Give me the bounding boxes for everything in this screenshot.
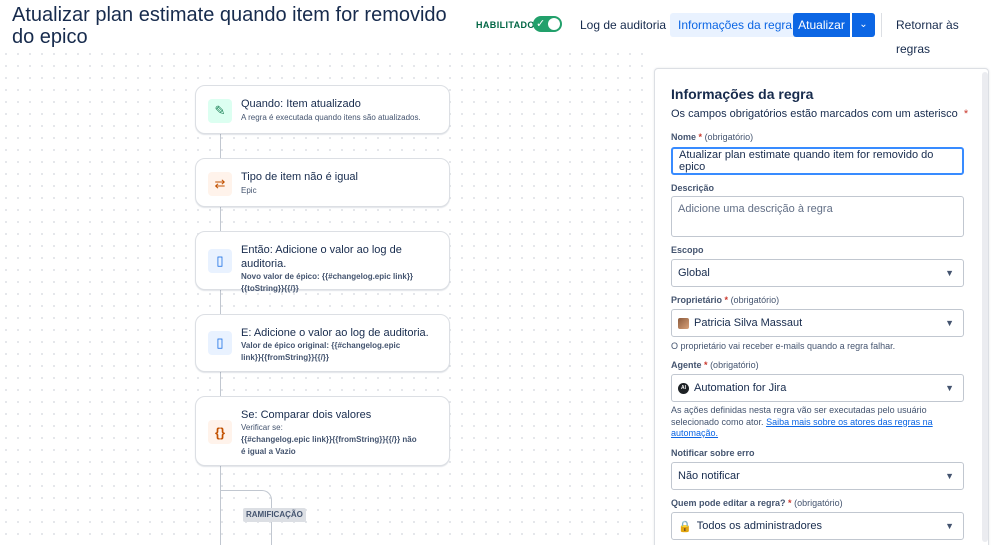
panel-scrollbar[interactable] (982, 72, 988, 542)
required-note: Os campos obrigatórios estão marcados co… (671, 108, 969, 120)
actor-helper: As ações definidas nesta regra vão ser e… (671, 405, 933, 438)
braces-icon: {} (208, 420, 232, 444)
chevron-down-icon: ⌄ (859, 19, 868, 30)
description-field[interactable]: Adicione uma descrição à regra (671, 196, 964, 237)
actor-select[interactable]: AI Automation for Jira ▼ (671, 374, 964, 402)
shuffle-icon: ⇄ (208, 172, 232, 196)
rule-info-button[interactable]: Informações da regra (670, 13, 801, 37)
card-title: Quando: Item atualizado (241, 98, 361, 110)
page-title: Atualizar plan estimate quando item for … (12, 4, 447, 48)
owner-select[interactable]: Patricia Silva Massaut ▼ (671, 309, 964, 337)
document-icon: ▯ (208, 331, 232, 355)
return-to-rules-button[interactable]: Retornar às regras (888, 13, 999, 56)
header-divider (881, 13, 882, 37)
actor-label: Agente * (obrigatório) (671, 360, 759, 370)
card-detail: link}}{{fromString}}{{/}} (241, 353, 330, 362)
card-detail: {{#changelog.epic link}}{{fromString}}{{… (241, 435, 417, 444)
connector (220, 372, 221, 396)
description-label: Descrição (671, 183, 715, 193)
toggle-knob (548, 18, 560, 30)
connector (220, 134, 221, 158)
update-button[interactable]: Atualizar (793, 13, 850, 37)
owner-helper: O proprietário vai receber e-mails quand… (671, 341, 896, 351)
lock-icon: 🔒 (678, 520, 692, 533)
card-detail: é igual a Vazio (241, 447, 296, 456)
card-title: E: Adicione o valor ao log de auditoria. (241, 327, 429, 339)
notify-select[interactable]: Não notificar ▼ (671, 462, 964, 490)
branch-tag: RAMIFICAÇÃO (243, 508, 306, 522)
compare-card[interactable]: {} Se: Comparar dois valores Verificar s… (195, 396, 450, 466)
avatar (678, 317, 689, 329)
audit-log-button[interactable]: Log de auditoria (572, 13, 674, 37)
condition-card[interactable]: ⇄ Tipo de item não é igual Epic (195, 158, 450, 207)
update-menu-button[interactable]: ⌄ (852, 13, 875, 37)
pencil-icon: ✎ (208, 99, 232, 123)
chevron-down-icon: ▼ (945, 383, 954, 393)
card-description: Epic (241, 186, 257, 195)
chevron-down-icon: ▼ (945, 521, 954, 531)
enabled-label: HABILITADO (476, 20, 535, 30)
name-label: Nome * (obrigatório) (671, 132, 754, 142)
document-icon: ▯ (208, 249, 232, 273)
name-field[interactable]: Atualizar plan estimate quando item for … (671, 147, 964, 175)
action-card[interactable]: ▯ E: Adicione o valor ao log de auditori… (195, 314, 450, 372)
chevron-down-icon: ▼ (945, 471, 954, 481)
connector (220, 290, 221, 314)
check-icon: ✓ (536, 18, 546, 30)
scope-label: Escopo (671, 245, 704, 255)
editors-label: Quem pode editar a regra? * (obrigatório… (671, 498, 843, 508)
chevron-down-icon: ▼ (945, 318, 954, 328)
action-card[interactable]: ▯ Então: Adicione o valor ao log de audi… (195, 231, 450, 293)
automation-icon: AI (678, 382, 689, 394)
editors-select[interactable]: 🔒 Todos os administradores ▼ (671, 512, 964, 540)
card-title: Então: Adicione o valor ao log de audito… (241, 244, 402, 270)
owner-label: Proprietário * (obrigatório) (671, 295, 780, 305)
enabled-toggle[interactable]: ✓ (533, 16, 562, 32)
panel-title: Informações da regra (671, 86, 814, 102)
card-description: A regra é executada quando itens são atu… (241, 113, 421, 122)
scope-select[interactable]: Global ▼ (671, 259, 964, 287)
notify-label: Notificar sobre erro (671, 448, 755, 458)
card-detail: Novo valor de épico: {{#changelog.epic l… (241, 272, 414, 281)
card-title: Tipo de item não é igual (241, 171, 358, 183)
chevron-down-icon: ▼ (945, 268, 954, 278)
card-detail: Valor de épico original: {{#changelog.ep… (241, 341, 401, 350)
connector (220, 207, 221, 231)
card-detail: {{toString}}{{/}} (241, 284, 299, 293)
card-title: Se: Comparar dois valores (241, 409, 372, 421)
trigger-card[interactable]: ✎ Quando: Item atualizado A regra é exec… (195, 85, 450, 134)
card-description: Verificar se: (241, 423, 283, 432)
